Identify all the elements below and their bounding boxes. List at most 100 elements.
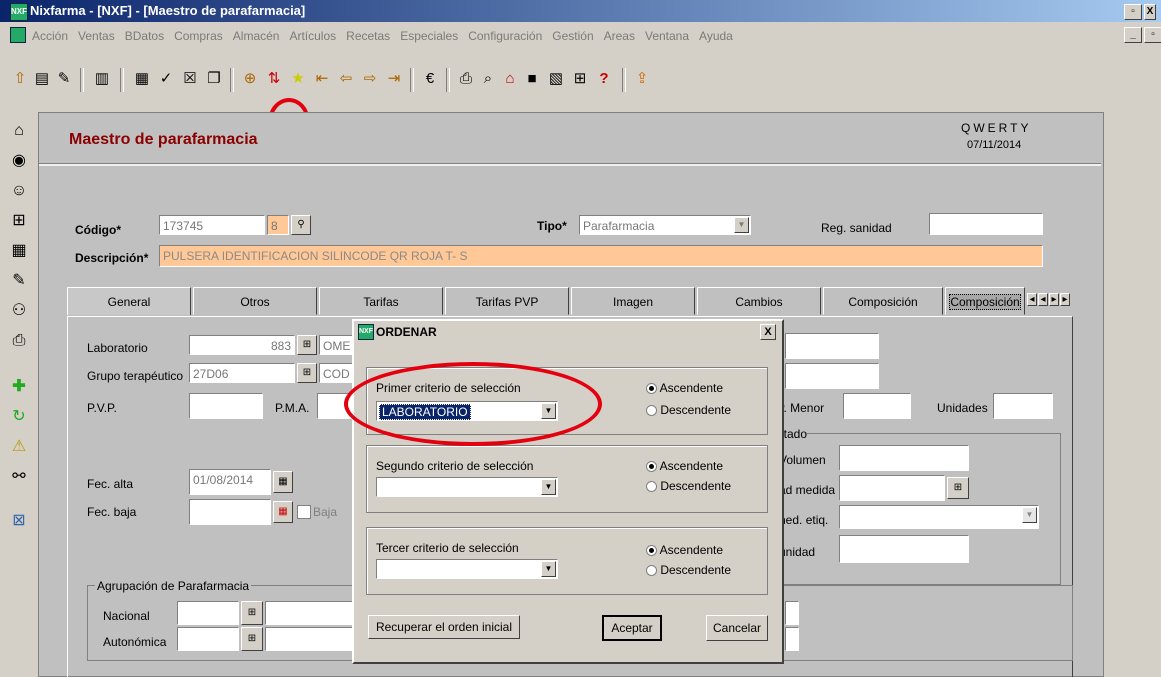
grupo-lookup-icon[interactable]: ⊞	[297, 363, 317, 383]
menu-item-gestion[interactable]: Gestión	[552, 29, 593, 43]
cart-sidebar-icon[interactable]: ⊞	[8, 210, 30, 232]
report-icon[interactable]: ▧	[546, 68, 566, 90]
child-minimize-icon[interactable]: _	[1124, 27, 1142, 43]
cart-icon[interactable]: ⊞	[570, 68, 590, 90]
grupo-terapeutico-field[interactable]: 27D06	[189, 363, 295, 383]
home-icon[interactable]: ⌂	[500, 68, 520, 90]
codigo-lookup-icon[interactable]: ⚲	[291, 215, 311, 235]
laboratorio-name-field[interactable]: OME	[319, 335, 353, 355]
nacional-desc-field[interactable]	[265, 601, 353, 625]
cancelar-button[interactable]: Cancelar	[706, 615, 768, 641]
codigo-field[interactable]: 173745	[159, 215, 265, 235]
tab-otros[interactable]: Otros	[193, 287, 317, 315]
star-icon[interactable]: ★	[288, 68, 308, 90]
nedetiq-select[interactable]: ▼	[839, 505, 1039, 529]
tab-tarifas-pvp[interactable]: Tarifas PVP	[445, 287, 569, 315]
printer-sidebar-icon[interactable]: ⎙	[8, 330, 30, 352]
criterio-1-asc-option[interactable]: Ascendente	[646, 381, 723, 395]
sort-icon[interactable]: ⇅	[264, 68, 284, 90]
menu-item-compras[interactable]: Compras	[174, 29, 223, 43]
filter-icon[interactable]: ⊕	[240, 68, 260, 90]
criterio-2-desc-option[interactable]: Descendente	[646, 479, 731, 493]
criterio-2-asc-option[interactable]: Ascendente	[646, 459, 723, 473]
admedida-field[interactable]	[839, 475, 945, 501]
search-icon[interactable]: ⌕	[478, 68, 498, 90]
menu-item-almacen[interactable]: Almacén	[233, 29, 280, 43]
menu-item-configuracion[interactable]: Configuración	[468, 29, 542, 43]
volumen-field[interactable]	[839, 445, 969, 471]
laboratorio-code-field[interactable]: 883	[189, 335, 295, 355]
edit-icon[interactable]: ✎	[54, 68, 74, 90]
stop-icon[interactable]: ■	[522, 68, 542, 90]
first-record-icon[interactable]: ⇤	[312, 68, 332, 90]
criterio-3-select[interactable]: ▼	[376, 559, 558, 579]
users-icon[interactable]: ⚇	[8, 300, 30, 322]
tab-cambios[interactable]: Cambios	[697, 287, 821, 315]
exit-icon[interactable]: ⇧	[10, 68, 30, 90]
nedetiq-chevron-icon[interactable]: ▼	[1022, 507, 1037, 523]
pen-icon[interactable]: ✎	[8, 270, 30, 292]
recuperar-orden-button[interactable]: Recuperar el orden inicial	[368, 615, 520, 639]
criterio-1-desc-option[interactable]: Descendente	[646, 403, 731, 417]
nacional-right-field[interactable]	[785, 601, 799, 625]
warning-icon[interactable]: ⚠	[8, 436, 30, 458]
calendar-baja-icon[interactable]: ▦	[273, 501, 293, 523]
previous-record-icon[interactable]: ⇦	[336, 68, 356, 90]
home-sidebar-icon[interactable]: ⌂	[8, 120, 30, 142]
menu-app-icon[interactable]	[10, 27, 26, 43]
tab-general[interactable]: General	[67, 287, 191, 315]
bag-icon[interactable]: ◉	[8, 150, 30, 172]
tab-scroll-next-icon[interactable]: ▸	[1049, 293, 1059, 306]
refresh-icon[interactable]: ↻	[8, 406, 30, 428]
codigo-check-field[interactable]: 8	[267, 215, 289, 235]
euro-icon[interactable]: €	[420, 68, 440, 90]
unidades-field[interactable]	[993, 393, 1053, 419]
add-icon[interactable]: ✚	[8, 376, 30, 398]
child-restore-icon[interactable]: ▫	[1144, 27, 1161, 43]
menu-item-ventana[interactable]: Ventana	[645, 29, 689, 43]
criterio-1-asc-radio[interactable]	[646, 383, 657, 395]
autonomica-desc-field[interactable]	[265, 627, 353, 651]
chevron-down-icon[interactable]: ▼	[734, 217, 749, 233]
autonomica-lookup-icon[interactable]: ⊞	[241, 627, 263, 651]
menu-item-articulos[interactable]: Artículos	[289, 29, 336, 43]
menu-item-especiales[interactable]: Especiales	[400, 29, 458, 43]
criterio-3-desc-option[interactable]: Descendente	[646, 563, 731, 577]
menu-item-recetas[interactable]: Recetas	[346, 29, 390, 43]
tab-scroll-left-icon[interactable]: ◂	[1027, 293, 1037, 306]
boxes-icon[interactable]: ▦	[8, 240, 30, 262]
laboratorio-lookup-icon[interactable]: ⊞	[297, 335, 317, 355]
criterio-3-desc-radio[interactable]	[646, 565, 657, 577]
last-record-icon[interactable]: ⇥	[384, 68, 404, 90]
next-record-icon[interactable]: ⇨	[360, 68, 380, 90]
nacional-field[interactable]	[177, 601, 239, 625]
help-icon[interactable]: ?	[594, 68, 614, 90]
menu-item-ayuda[interactable]: Ayuda	[699, 29, 733, 43]
criterio-2-chevron-icon[interactable]: ▼	[541, 479, 556, 495]
dialog-close-button[interactable]: X	[760, 324, 776, 340]
tab-tarifas[interactable]: Tarifas	[319, 287, 443, 315]
close-icon[interactable]: X	[1144, 4, 1156, 20]
menu-item-areas[interactable]: Areas	[604, 29, 635, 43]
calendar-icon[interactable]: ▦	[273, 471, 293, 493]
print-icon[interactable]: ▦	[132, 68, 152, 90]
grupo-name-field[interactable]: COD	[319, 363, 353, 383]
tab-composicion[interactable]: Composición	[823, 287, 943, 315]
pvp-field[interactable]	[189, 393, 263, 419]
person-icon[interactable]: ☺	[8, 180, 30, 202]
network-icon[interactable]: ⊠	[8, 510, 30, 532]
menu-item-bdatos[interactable]: BDatos	[125, 29, 164, 43]
tipo-select[interactable]: Parafarmacia ▼	[579, 215, 751, 235]
criterio-1-desc-radio[interactable]	[646, 405, 657, 417]
reg-sanidad-field[interactable]	[929, 213, 1043, 235]
menu-item-accion[interactable]: Acción	[32, 29, 68, 43]
list-icon[interactable]: ▤	[32, 68, 52, 90]
aceptar-button[interactable]: Aceptar	[602, 615, 662, 641]
autonomica-field[interactable]	[177, 627, 239, 651]
tab-scroll-prev-icon[interactable]: ◂	[1038, 293, 1048, 306]
check-icon[interactable]: ✓	[156, 68, 176, 90]
right-field-2[interactable]	[785, 363, 879, 389]
delete-icon[interactable]: ☒	[180, 68, 200, 90]
unidad-field[interactable]	[839, 535, 969, 563]
tab-scroll-right-icon[interactable]: ▸	[1060, 293, 1070, 306]
